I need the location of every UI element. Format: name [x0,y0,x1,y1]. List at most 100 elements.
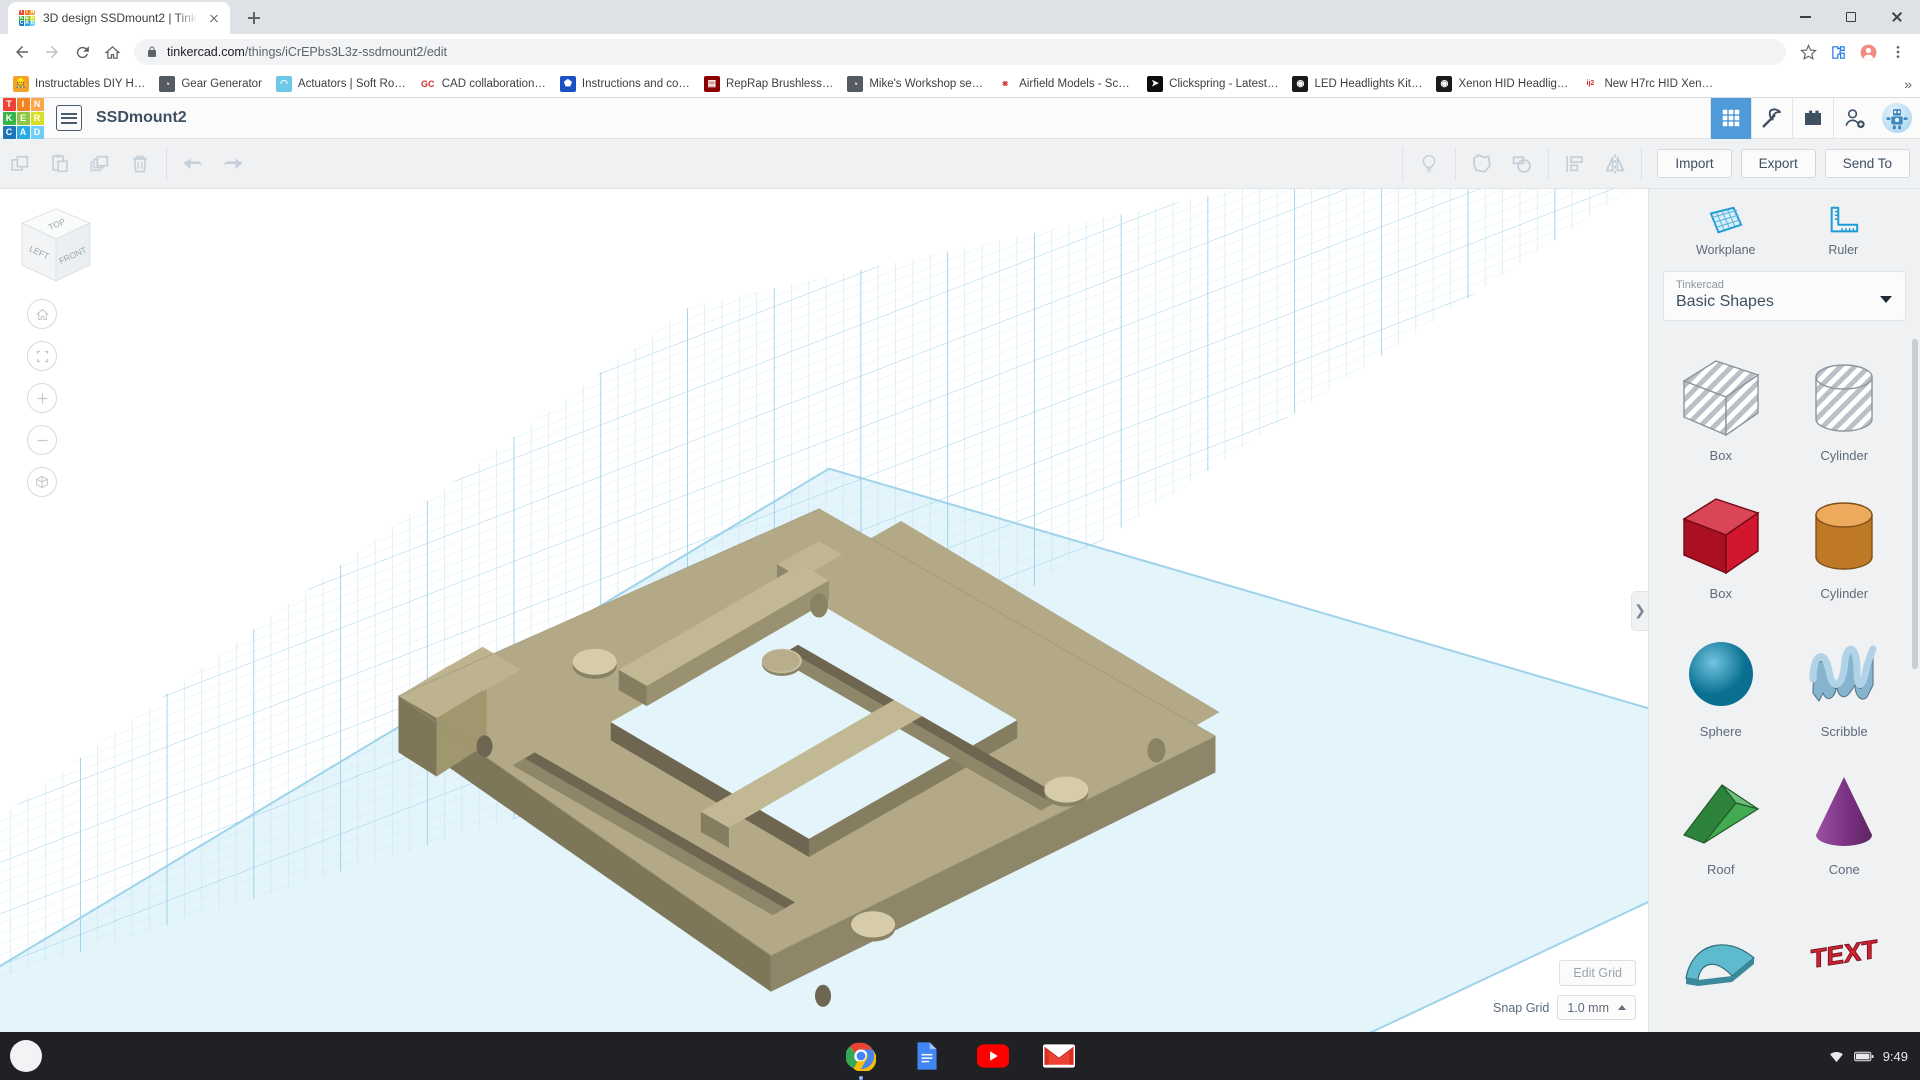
bookmark-item[interactable]: GCCAD collaboration… [413,73,553,95]
document-list-icon[interactable] [56,105,82,131]
close-window-button[interactable] [1874,1,1920,33]
mirror-icon [1603,152,1627,176]
edit-toolbar: Import Export Send To [0,139,1920,189]
import-button[interactable]: Import [1657,149,1731,178]
bookmark-item[interactable]: ◉LED Headlights Kit… [1285,73,1429,95]
scene-canvas [0,189,1648,1032]
panel-tools: Workplane Ruler [1649,189,1920,271]
page-title[interactable]: SSDmount2 [96,109,187,127]
shape-library-select[interactable]: Tinkercad Basic Shapes [1663,271,1906,321]
group-button[interactable] [1462,139,1502,189]
duplicate-button[interactable] [80,139,120,189]
shape-cylinder-hole[interactable]: Cylinder [1783,341,1907,475]
undo-button[interactable] [173,139,213,189]
new-tab-button[interactable] [240,4,268,32]
zoom-in-button[interactable] [27,383,57,413]
maximize-button[interactable] [1828,1,1874,33]
reload-button[interactable] [68,38,96,66]
send-to-button[interactable]: Send To [1825,149,1910,178]
copy-icon [9,153,31,175]
back-button[interactable] [8,38,36,66]
minecraft-button[interactable] [1751,98,1792,139]
notes-button[interactable] [1409,139,1449,189]
redo-arrow-icon [221,152,245,176]
battery-icon [1854,1050,1874,1063]
taskbar-status[interactable]: 9:49 [1828,1048,1908,1065]
bookmark-item[interactable]: ⬟Instructions and co… [553,73,697,95]
bookmark-star-icon[interactable] [1794,38,1822,66]
bookmarks-overflow-button[interactable]: » [1904,76,1912,92]
snap-grid-select[interactable]: 1.0 mm [1557,995,1636,1020]
chrome-menu-icon[interactable] [1884,38,1912,66]
window-controls [1782,0,1920,34]
bookmark-item[interactable]: ➤Clickspring - Latest… [1140,73,1285,95]
logo-tile: A [17,126,30,139]
home-view-button[interactable] [27,299,57,329]
robot-avatar[interactable] [1882,103,1912,133]
chrome-taskbar-icon[interactable] [843,1038,879,1074]
align-button[interactable] [1555,139,1595,189]
zoom-out-button[interactable] [27,425,57,455]
shape-scribble[interactable]: Scribble [1783,617,1907,751]
invite-people-button[interactable] [1833,98,1874,139]
bookmark-item[interactable]: ◉Xenon HID Headlig… [1429,73,1575,95]
browser-tab[interactable]: TINKERCAD 3D design SSDmount2 | Tinkerca… [8,2,230,34]
lightbulb-icon [1418,153,1440,175]
view-cube[interactable]: TOP LEFT FRONT [14,203,98,287]
copy-button[interactable] [0,139,40,189]
shape-round-roof[interactable] [1659,893,1783,1027]
app-header: TINKERCAD SSDmount2 [0,98,1920,139]
ruler-tool[interactable]: Ruler [1795,204,1891,257]
svg-text:TEXT: TEXT [1811,934,1877,974]
export-button[interactable]: Export [1741,149,1816,178]
extensions-icon[interactable] [1824,38,1852,66]
paste-button[interactable] [40,139,80,189]
perspective-toggle-button[interactable] [27,467,57,497]
address-bar[interactable]: tinkercad.com/things/iCrEPbs3L3z-ssdmoun… [134,39,1786,65]
panel-scrollbar[interactable] [1912,339,1918,669]
designs-grid-button[interactable] [1710,98,1751,139]
delete-button[interactable] [120,139,160,189]
mirror-button[interactable] [1595,139,1635,189]
bookmarks-bar: 👷Instructables DIY H…◔Gear Generator◠Act… [0,70,1920,98]
viewport-3d[interactable]: TOP LEFT FRONT [0,189,1648,1032]
bookmark-item[interactable]: ⨳Airfield Models - Scr… [990,73,1140,95]
app-launcher-button[interactable] [10,1040,42,1072]
toolbar-right: Import Export Send To [1396,139,1920,189]
shape-cone[interactable]: Cone [1783,755,1907,889]
fit-to-view-button[interactable] [27,341,57,371]
docs-taskbar-icon[interactable] [909,1038,945,1074]
gmail-taskbar-icon[interactable] [1041,1038,1077,1074]
shape-box-solid[interactable]: Box [1659,479,1783,613]
bookmark-item[interactable]: ◔Mike's Workshop se… [840,73,990,95]
blocks-button[interactable] [1792,98,1833,139]
favicon-tile: C [19,21,24,26]
shape-roof[interactable]: Roof [1659,755,1783,889]
bookmark-label: LED Headlights Kit… [1314,78,1422,90]
url-domain: tinkercad.com [167,45,245,59]
bookmark-item[interactable]: 👷Instructables DIY H… [6,73,152,95]
bookmark-item[interactable]: ▤RepRap Brushless… [697,73,840,95]
ungroup-button[interactable] [1502,139,1542,189]
shape-cylinder-solid[interactable]: Cylinder [1783,479,1907,613]
shape-text[interactable]: TEXT [1783,893,1907,1027]
youtube-taskbar-icon[interactable] [975,1038,1011,1074]
redo-button[interactable] [213,139,253,189]
bookmark-item[interactable]: ij2New H7rc HID Xen… [1575,73,1720,95]
panel-collapse-handle[interactable]: ❯ [1631,591,1648,631]
close-icon[interactable] [206,10,222,26]
forward-button[interactable] [38,38,66,66]
tinkercad-logo[interactable]: TINKERCAD [0,98,46,139]
profile-avatar-icon[interactable] [1854,38,1882,66]
minimize-button[interactable] [1782,1,1828,33]
bookmark-item[interactable]: ◠Actuators | Soft Ro… [269,73,413,95]
tab-title: 3D design SSDmount2 | Tinkercad [43,11,198,25]
edit-grid-button[interactable]: Edit Grid [1559,960,1636,986]
workplane-tool[interactable]: Workplane [1678,204,1774,257]
shape-sphere-art [1676,630,1766,718]
shape-sphere[interactable]: Sphere [1659,617,1783,751]
shape-box-hole[interactable]: Box [1659,341,1783,475]
home-button[interactable] [98,38,126,66]
bookmark-item[interactable]: ◔Gear Generator [152,73,269,95]
toolbar-divider-5 [1641,147,1642,181]
